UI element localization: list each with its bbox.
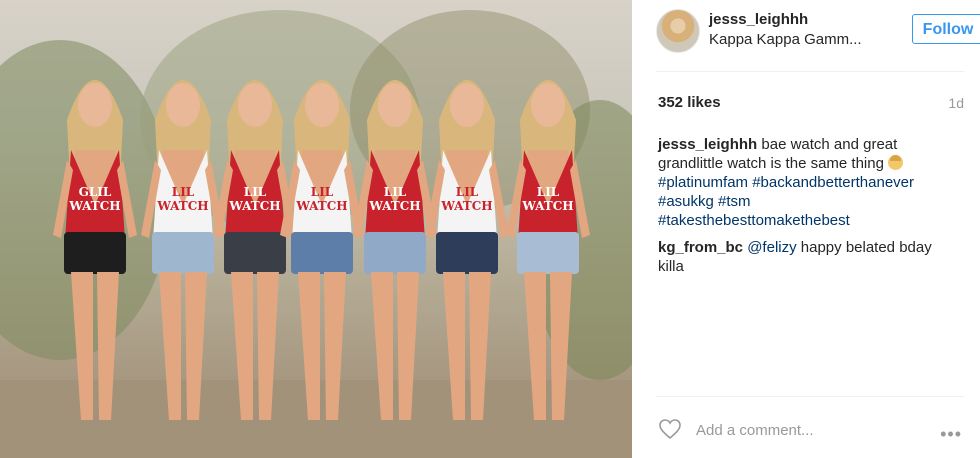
shirt-text: LIL [456,185,479,199]
hashtag[interactable]: #asukkg [658,193,714,210]
add-comment-row: Add a comment... ••• [656,410,964,450]
username[interactable]: jesss_leighhh [709,11,808,28]
hashtag[interactable]: #tsm [718,193,751,210]
hashtag[interactable]: #takesthebesttomakethebest [658,212,850,229]
post-header: jesss_leighhh Kappa Kappa Gamm... Follow [656,9,980,55]
add-comment-input[interactable]: Add a comment... [696,422,814,439]
heart-icon[interactable] [658,418,682,440]
more-options-icon[interactable]: ••• [940,424,962,445]
shirt-text: LIL [311,185,334,199]
shirt-text: WATCH [521,199,573,213]
post-sidebar: jesss_leighhh Kappa Kappa Gamm... Follow… [632,0,980,458]
shirt-text: LIL [244,185,267,199]
comment-list: jesss_leighhh bae watch and great grandl… [658,135,958,284]
comment: kg_from_bc @felizy happy belated bday ki… [658,238,958,276]
shirt-text: WATCH [440,199,492,213]
comment-username[interactable]: jesss_leighhh [658,136,757,153]
location[interactable]: Kappa Kappa Gamm... [709,31,879,48]
photo-illustration: GLILWATCHLILWATCHLILWATCHLILWATCHLILWATC… [0,10,632,458]
hashtag[interactable]: #platinumfam [658,174,748,191]
hashtag[interactable]: #backandbetterthanever [752,174,914,191]
post-photo[interactable]: GLIL WATCH LIL WATCH LIL WATCH LIL WATCH LIL WATC… [0,0,632,458]
shirt-text: WATCH [368,199,420,213]
post-time[interactable]: 1d [948,95,964,111]
shirt-text: WATCH [156,199,208,213]
comment: jesss_leighhh bae watch and great grandl… [658,135,958,230]
shirt-text: LIL [172,185,195,199]
follow-button[interactable]: Follow [912,14,980,44]
woman-tipping-hand-emoji-icon [888,155,904,170]
shirt-text: LIL [537,185,560,199]
shirt-text: GLIL [79,185,112,199]
divider [656,396,964,397]
mention[interactable]: @felizy [747,239,796,256]
shirt-text: WATCH [295,199,347,213]
shirt-text: WATCH [228,199,280,213]
comment-username[interactable]: kg_from_bc [658,239,743,256]
likes-count[interactable]: 352 likes [658,94,721,111]
divider [656,71,964,72]
shirt-text: WATCH [68,199,120,213]
avatar[interactable] [656,9,700,53]
shirt-text: LIL [384,185,407,199]
